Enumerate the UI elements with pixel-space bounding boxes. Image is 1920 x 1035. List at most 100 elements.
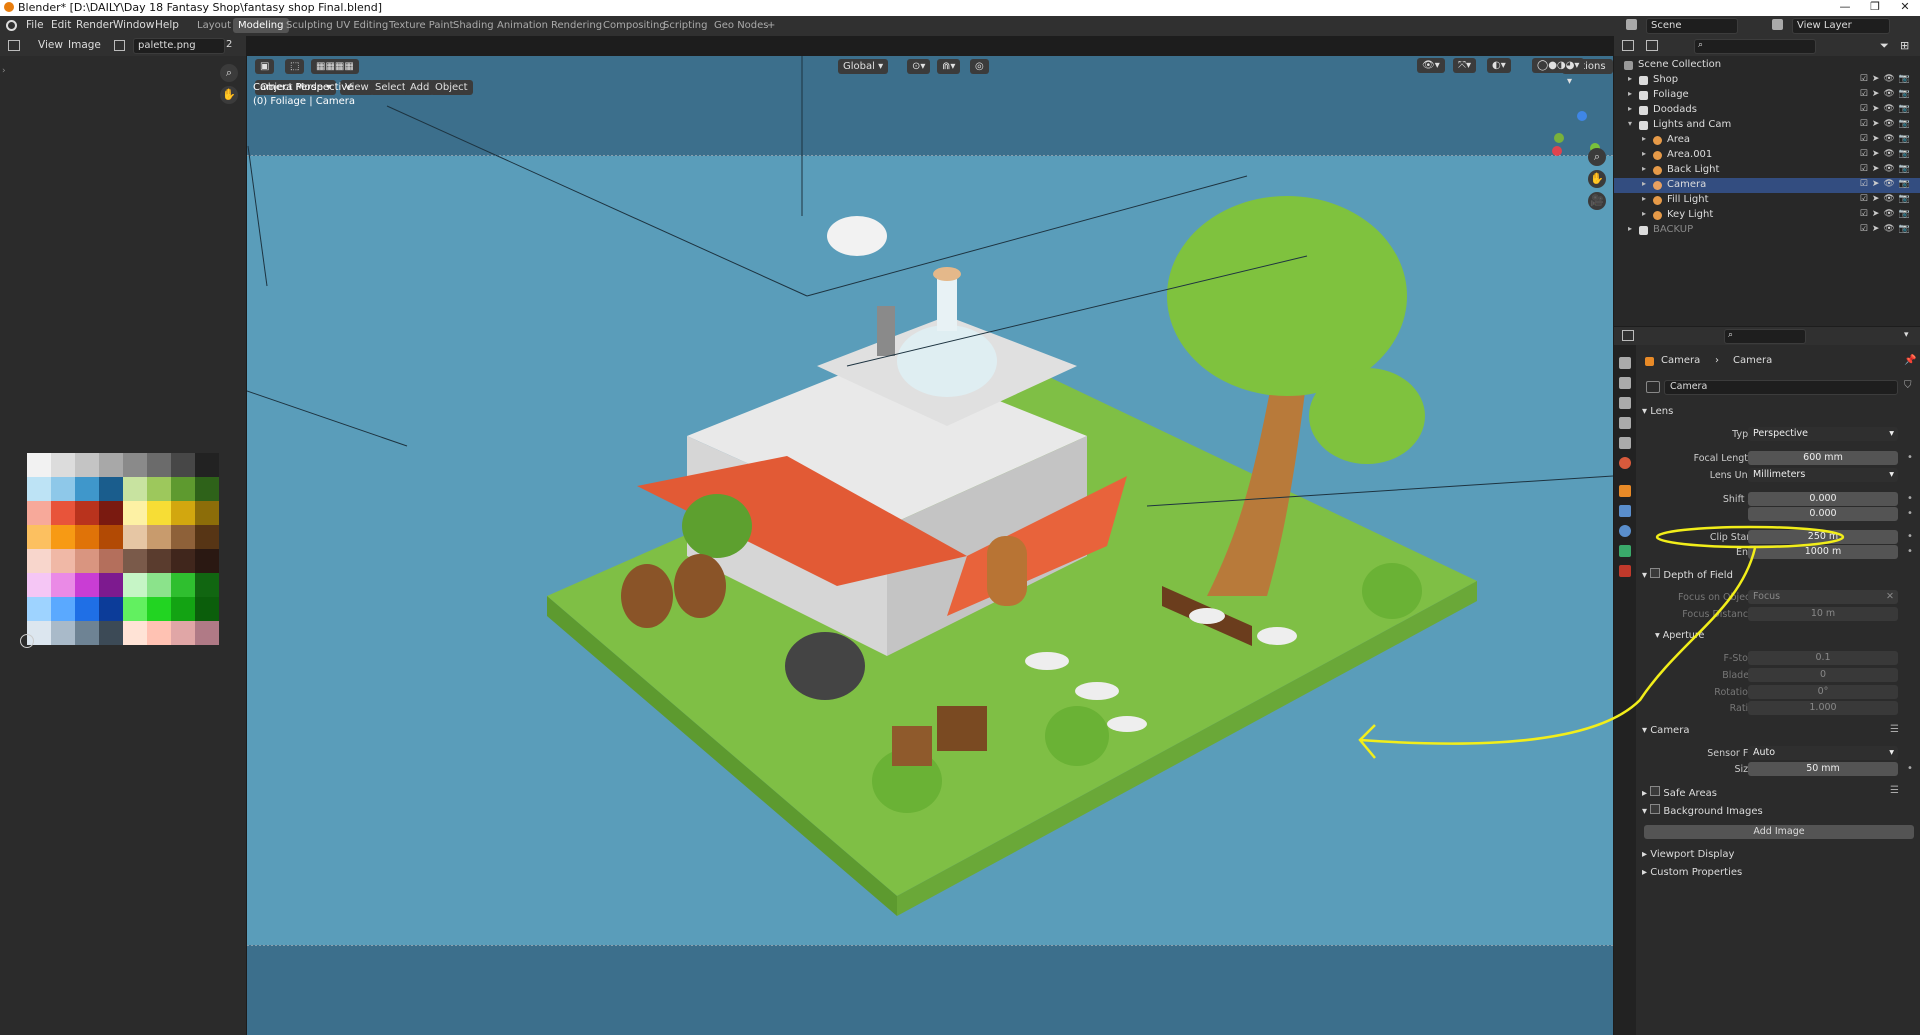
outliner-row[interactable]: ▸ Area ☑➤👁📷 (1614, 133, 1920, 148)
shading-mode-buttons[interactable]: ◯●◑◕▾ (1532, 58, 1585, 73)
custom-properties-panel-header[interactable]: ▸ Custom Properties (1642, 867, 1742, 878)
outliner-search-input[interactable]: ⌕ (1694, 39, 1816, 54)
expand-arrow-icon[interactable]: ▸ (1642, 149, 1646, 158)
minimize-button[interactable]: — (1830, 0, 1860, 16)
focal-length-field[interactable]: 600 mm (1748, 451, 1898, 465)
fake-user-shield-icon[interactable]: ⛉ (1904, 380, 1912, 391)
blender-menu-icon[interactable] (6, 20, 17, 31)
safe-areas-checkbox[interactable] (1650, 786, 1661, 796)
breadcrumb-object[interactable]: Camera (1661, 355, 1700, 366)
type-dropdown[interactable]: Perspective ▾ (1748, 427, 1898, 441)
close-button[interactable]: ✕ (1890, 0, 1920, 16)
pivot-point-icon[interactable]: ⊙▾ (907, 59, 931, 74)
menu-file[interactable]: File (26, 19, 44, 31)
expand-arrow-icon[interactable]: ▸ (1642, 209, 1646, 218)
expand-arrow-icon[interactable]: ▸ (1628, 104, 1632, 113)
world-tab-icon[interactable] (1619, 457, 1631, 469)
visibility-toggles-icon[interactable]: ☑➤👁📷 (1860, 164, 1914, 174)
overlay-toggle-icon[interactable]: ◐▾ (1487, 58, 1511, 73)
keyframe-dot-icon[interactable]: • (1907, 508, 1913, 519)
proportional-edit-icon[interactable]: ◎ (970, 59, 989, 74)
menu-edit[interactable]: Edit (51, 19, 71, 31)
keyframe-dot-icon[interactable]: • (1907, 493, 1913, 504)
output-tab-icon[interactable] (1619, 397, 1631, 409)
expand-arrow-icon[interactable]: ▸ (1642, 194, 1646, 203)
properties-search-input[interactable]: ⌕ (1724, 329, 1806, 344)
new-collection-icon[interactable]: ⊞ (1900, 39, 1909, 52)
outliner-editor-type-icon[interactable] (1622, 40, 1634, 51)
render-tab-icon[interactable] (1619, 377, 1631, 389)
safe-areas-presets-icon[interactable]: ☰ (1890, 785, 1899, 796)
keyframe-dot-icon[interactable]: • (1907, 452, 1913, 463)
view-layer-selector[interactable]: View Layer (1792, 18, 1890, 34)
expand-arrow-icon[interactable]: ▸ (1642, 134, 1646, 143)
camera-data-browse-icon[interactable] (1646, 381, 1660, 393)
visibility-toggles-icon[interactable]: ☑➤👁📷 (1860, 134, 1914, 144)
select-tool-button[interactable]: ⬚ (285, 59, 305, 74)
visibility-toggles-icon[interactable]: ☑➤👁📷 (1860, 149, 1914, 159)
viewport-object-menu[interactable]: Object (430, 80, 473, 95)
image-view-menu[interactable]: View (38, 39, 63, 51)
outliner-row[interactable]: ▸ Foliage ☑➤👁📷 (1614, 88, 1920, 103)
gizmo-toggle-icon[interactable]: ⤧▾ (1453, 58, 1477, 73)
expand-arrow-icon[interactable]: ▸ (1628, 74, 1632, 83)
keyframe-dot-icon[interactable]: • (1907, 763, 1913, 774)
visibility-toggles-icon[interactable]: ☑➤👁📷 (1860, 74, 1914, 84)
view-layer-tab-icon[interactable] (1619, 417, 1631, 429)
visibility-toggles-icon[interactable]: ☑➤👁📷 (1860, 89, 1914, 99)
pin-icon[interactable]: 📌 (1904, 355, 1916, 366)
image-browse-icon[interactable] (114, 40, 125, 51)
outliner-row[interactable]: ▸ Key Light ☑➤👁📷 (1614, 208, 1920, 223)
object-tab-icon[interactable] (1619, 485, 1631, 497)
display-mode-icon[interactable] (1646, 40, 1658, 51)
hand-pan-icon[interactable]: ✋ (220, 86, 238, 104)
visibility-toggles-icon[interactable]: ☑➤👁📷 (1860, 224, 1914, 234)
scene-tab-icon[interactable] (1619, 437, 1631, 449)
lens-panel-header[interactable]: ▾ Lens (1642, 406, 1673, 417)
zoom-icon[interactable]: ⌕ (220, 64, 238, 82)
outliner-row[interactable]: ▸ Camera ☑➤👁📷 (1614, 178, 1920, 193)
image-image-menu[interactable]: Image (68, 39, 101, 51)
visibility-toggles-icon[interactable]: ☑➤👁📷 (1860, 104, 1914, 114)
toolbar-toggle-icon[interactable]: › (2, 66, 6, 76)
viewport-display-panel-header[interactable]: ▸ Viewport Display (1642, 849, 1734, 860)
safe-areas-panel-header[interactable]: ▸ Safe Areas (1642, 786, 1717, 799)
visibility-toggles-icon[interactable]: ☑➤👁📷 (1860, 194, 1914, 204)
outliner-row[interactable]: ▾ Lights and Cam ☑➤👁📷 (1614, 118, 1920, 133)
tab-layout[interactable]: Layout (192, 18, 236, 33)
image-users-count[interactable]: 2 (226, 39, 232, 50)
outliner-row[interactable]: ▸ BACKUP ☑➤👁📷 (1614, 223, 1920, 238)
outliner-scene-collection[interactable]: Scene Collection (1614, 58, 1920, 73)
transform-orientation-dropdown[interactable]: Global ▾ (838, 59, 889, 74)
tab-sculpting[interactable]: Sculpting (281, 18, 338, 33)
gizmo-x-axis[interactable] (1552, 146, 1562, 156)
expand-arrow-icon[interactable]: ▸ (1628, 224, 1632, 233)
outliner-row[interactable]: ▸ Back Light ☑➤👁📷 (1614, 163, 1920, 178)
breadcrumb-data[interactable]: Camera (1733, 355, 1772, 366)
lens-unit-dropdown[interactable]: Millimeters ▾ (1748, 468, 1898, 482)
visibility-toggles-icon[interactable]: ☑➤👁📷 (1860, 209, 1914, 219)
keyframe-dot-icon[interactable]: • (1907, 546, 1913, 557)
background-images-checkbox[interactable] (1650, 804, 1661, 814)
background-images-panel-header[interactable]: ▾ Background Images (1642, 804, 1763, 817)
editor-type-icon[interactable] (8, 40, 20, 51)
menu-window[interactable]: Window (113, 19, 154, 31)
selection-mode-buttons[interactable]: ▦▦▦▦ (311, 59, 359, 74)
scene-selector[interactable]: Scene (1646, 18, 1738, 34)
outliner-panel[interactable]: ⌕ ⏷ ⊞ Scene Collection ▸ Shop ☑➤👁📷 ▸ Foliage… (1614, 36, 1920, 326)
add-workspace-button[interactable]: + (762, 18, 780, 33)
maximize-button[interactable]: ❐ (1860, 0, 1890, 16)
outliner-row[interactable]: ▸ Doodads ☑➤👁📷 (1614, 103, 1920, 118)
viewport-pan-icon[interactable]: ✋ (1588, 170, 1606, 188)
gizmo-z-axis[interactable] (1577, 111, 1587, 121)
tab-animation[interactable]: Animation (492, 18, 553, 33)
outliner-row[interactable]: ▸ Area.001 ☑➤👁📷 (1614, 148, 1920, 163)
gizmo-y-axis[interactable] (1554, 133, 1564, 143)
visibility-toggles-icon[interactable]: ☑➤👁📷 (1860, 179, 1914, 189)
outliner-row[interactable]: ▸ Shop ☑➤👁📷 (1614, 73, 1920, 88)
expand-arrow-icon[interactable]: ▸ (1628, 89, 1632, 98)
menu-render[interactable]: Render (76, 19, 113, 31)
tab-scripting[interactable]: Scripting (658, 18, 712, 33)
editor-type-button[interactable]: ▣ (255, 59, 275, 74)
expand-arrow-icon[interactable]: ▸ (1642, 164, 1646, 173)
